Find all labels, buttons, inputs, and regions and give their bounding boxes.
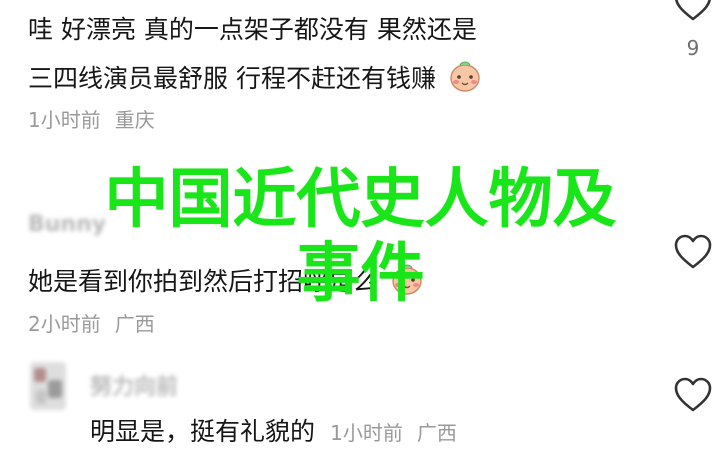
comment-text: 明显是，挺有礼貌的 [90,417,316,446]
like-count: 9 [686,36,700,60]
heart-outline-icon[interactable] [673,377,713,413]
comment-time: 1小时前 [28,108,101,132]
avatar[interactable] [30,362,66,410]
comment-text-line: 三四线演员最舒服 行程不赶还有钱赚 [28,59,482,95]
heart-outline-icon[interactable] [673,0,713,22]
comment-meta: 1小时前 重庆 [28,104,155,133]
comment-region: 重庆 [114,108,155,132]
overlay-title-line2: 事件 [296,237,425,311]
comment-time: 1小时前 [330,421,403,445]
comment-region: 广西 [416,421,457,445]
comment-text: 哇 好漂亮 真的一点架子都没有 果然还是 [28,15,477,44]
blushing-face-emoji-icon [450,61,480,92]
comment-time: 2小时前 [28,312,101,336]
comment-text-line: 哇 好漂亮 真的一点架子都没有 果然还是 [28,14,477,46]
overlay-title-line1: 中国近代史人物及 [104,163,617,237]
comment-meta: 1小时前 广西 [330,421,457,445]
comment-text: 三四线演员最舒服 行程不赶还有钱赚 [28,64,436,93]
overlay-title: 中国近代史人物及 事件 [0,160,721,314]
comment-author[interactable]: 努力向前 [90,369,178,401]
comment-region: 广西 [114,312,155,336]
reply-row: 明显是，挺有礼貌的 1小时前 广西 [90,416,457,448]
